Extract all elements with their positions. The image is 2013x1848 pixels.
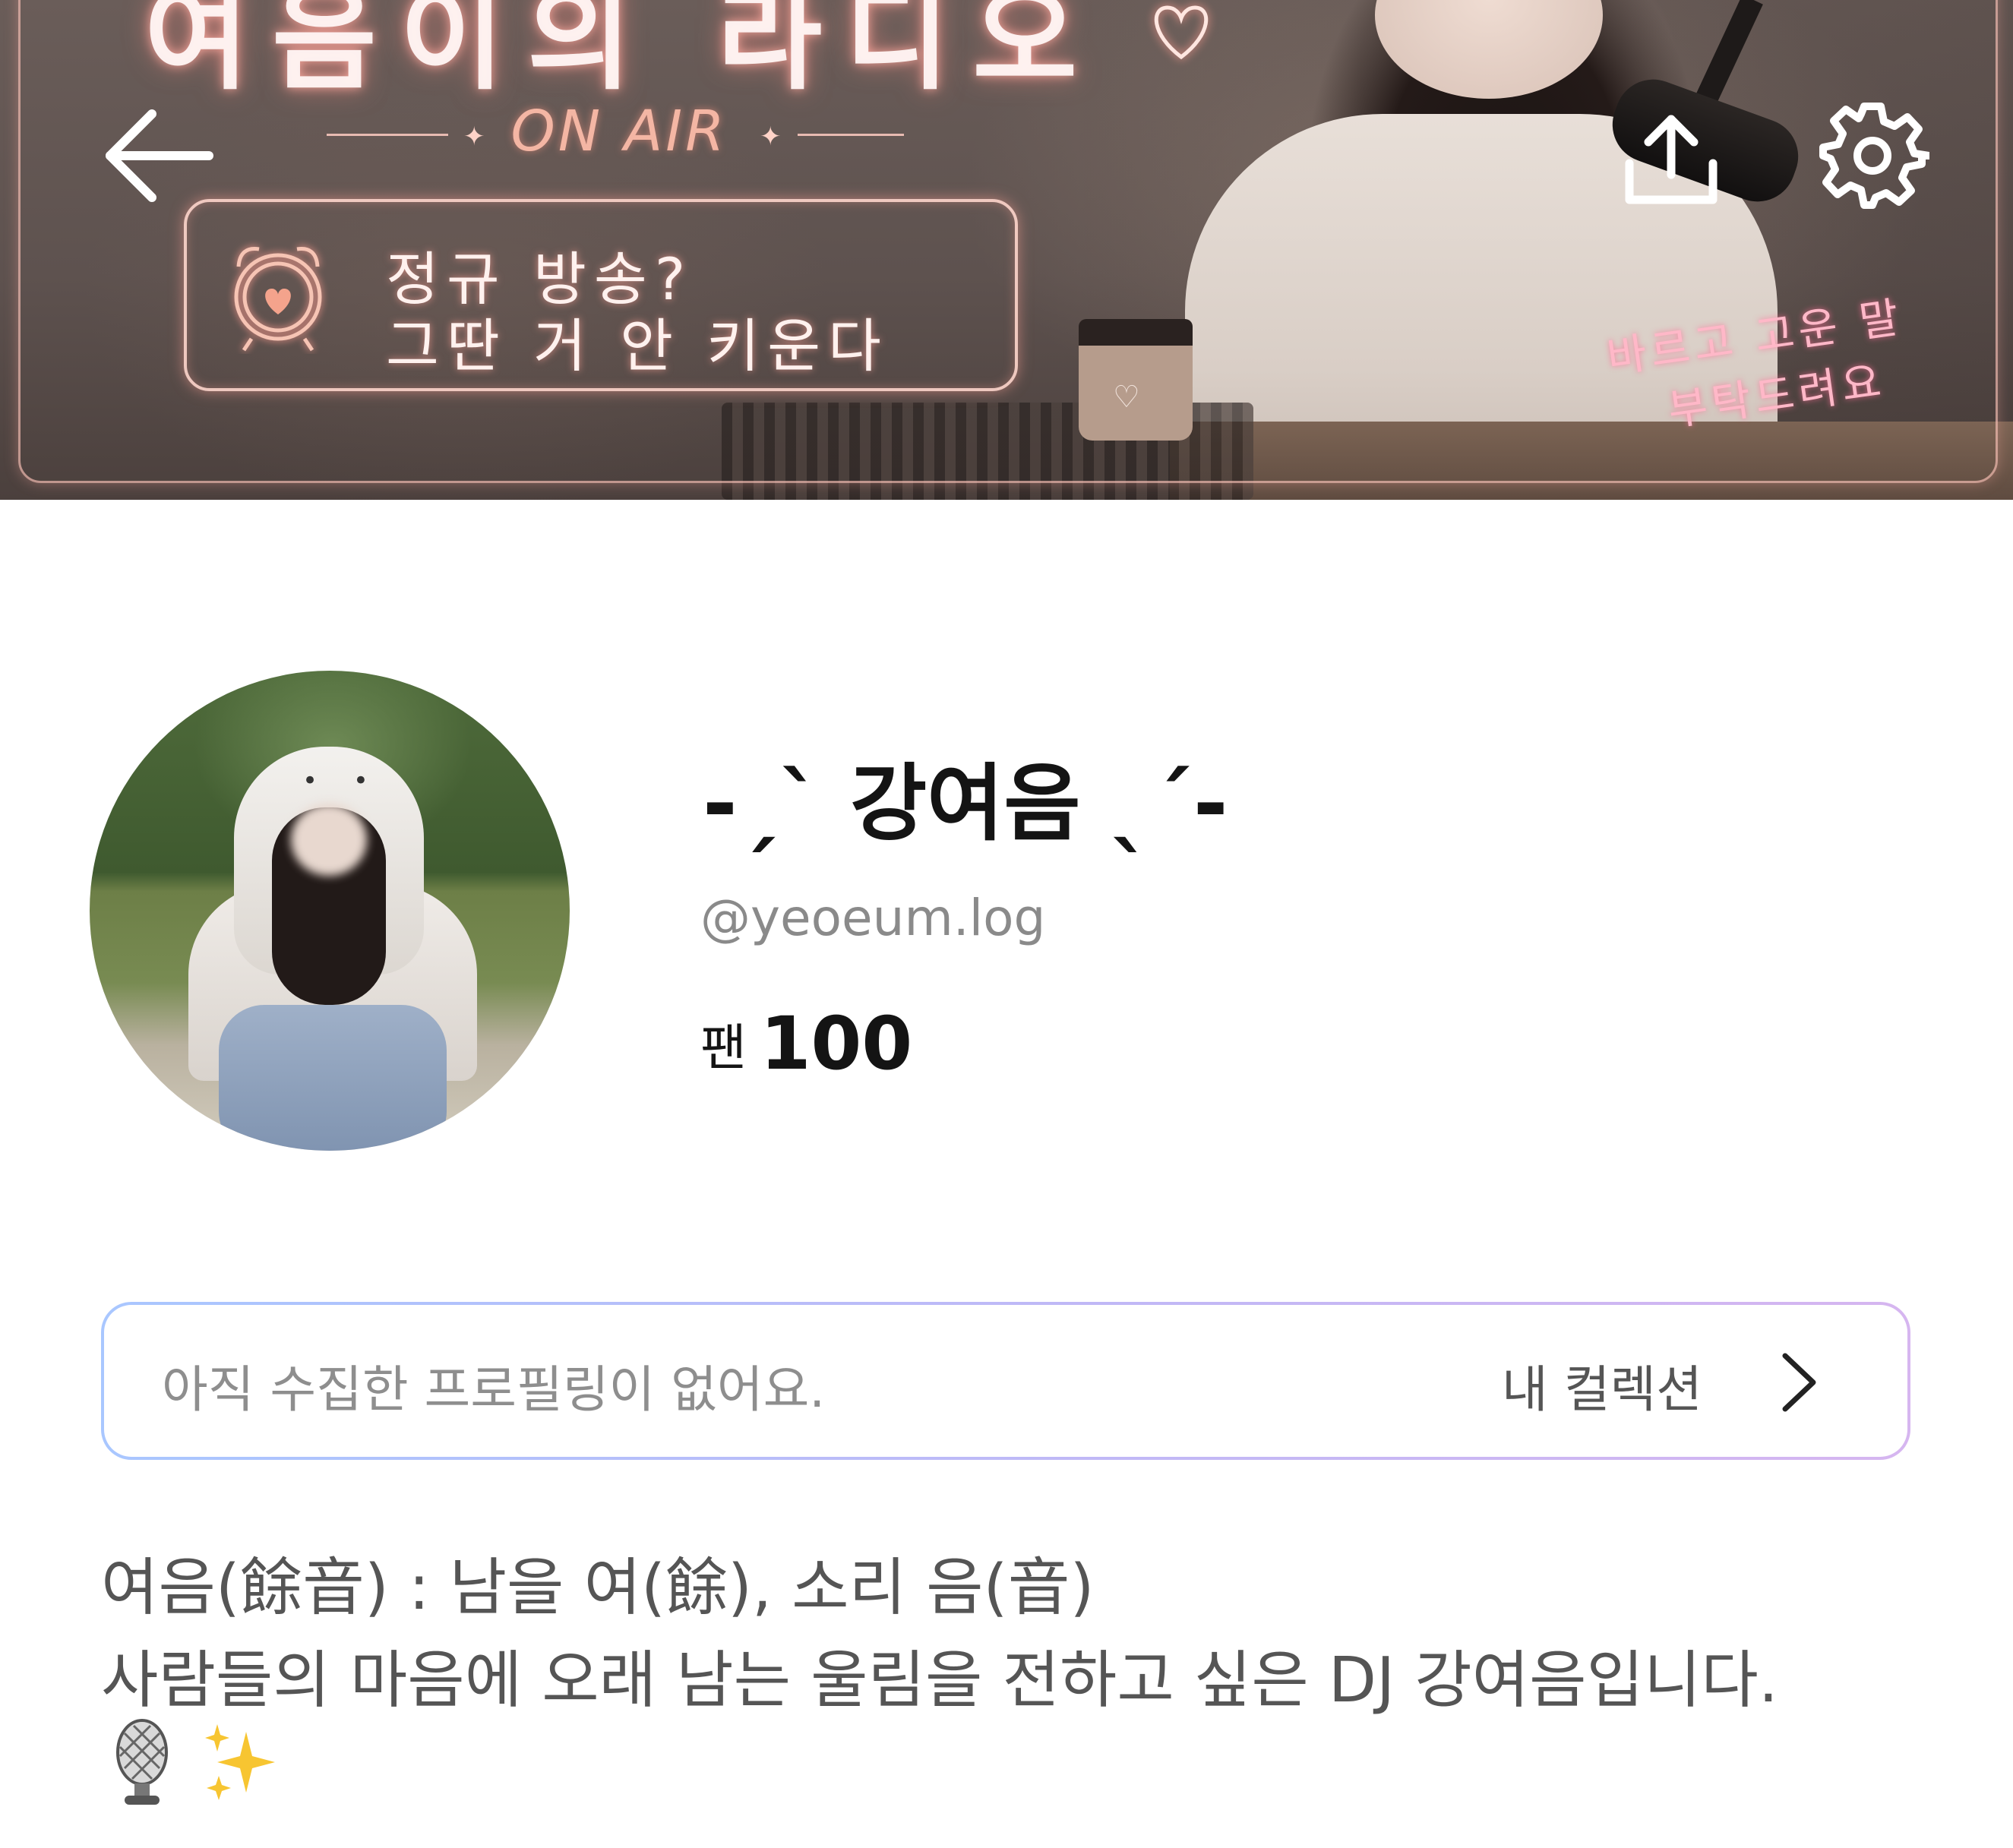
neon-notice-box: 정규 방송? 그딴 거 안 키운다 <box>184 199 1018 391</box>
collection-card[interactable]: 아직 수집한 프로필링이 없어요. 내 컬렉션 <box>101 1302 1910 1460</box>
profile-bio: 여음(餘音) : 남을 여(餘), 소리 음(音) 사람들의 마음에 오래 남는… <box>101 1542 1924 1727</box>
my-collection-link[interactable]: 내 컬렉션 <box>1502 1349 1702 1422</box>
onair-row: ✦ ON AIR ✦ <box>327 99 904 171</box>
notice-line-2: 그딴 거 안 키운다 <box>386 312 889 380</box>
share-upload-icon[interactable] <box>1622 110 1721 209</box>
banner-neon-title: 여음이의 라디오 <box>144 0 1101 106</box>
onair-label: ON AIR <box>510 99 728 164</box>
sparkles-emoji-icon <box>205 1724 275 1800</box>
chevron-right-icon[interactable] <box>1771 1344 1825 1420</box>
bio-line-1: 여음(餘音) : 남을 여(餘), 소리 음(音) <box>101 1552 1095 1624</box>
fans-count-value: 100 <box>760 1001 913 1086</box>
fan-count[interactable]: 팬 100 <box>700 1001 912 1086</box>
gear-icon[interactable] <box>1815 99 1929 213</box>
neon-heart-icon <box>1154 5 1209 60</box>
back-arrow-icon[interactable] <box>103 106 216 205</box>
profile-display-name: -ˏˋ 강여음 ˎˊ- <box>703 755 1228 852</box>
alarm-clock-icon <box>234 246 322 352</box>
fans-label: 팬 <box>700 1019 747 1077</box>
microphone-emoji-icon <box>116 1719 168 1805</box>
profile-banner: ♡ 여음이의 라디오 ✦ ON AIR ✦ 정규 방송? 그딴 거 안 키운다 … <box>0 0 2013 500</box>
bio-line-2: 사람들의 마음에 오래 남는 울림을 전하고 싶은 DJ 강여음입니다. <box>101 1644 1778 1717</box>
profile-avatar[interactable]: • • <box>90 671 570 1151</box>
profile-handle: @yeoeum.log <box>700 889 1046 947</box>
collection-empty-text: 아직 수집한 프로필링이 없어요. <box>162 1360 826 1419</box>
